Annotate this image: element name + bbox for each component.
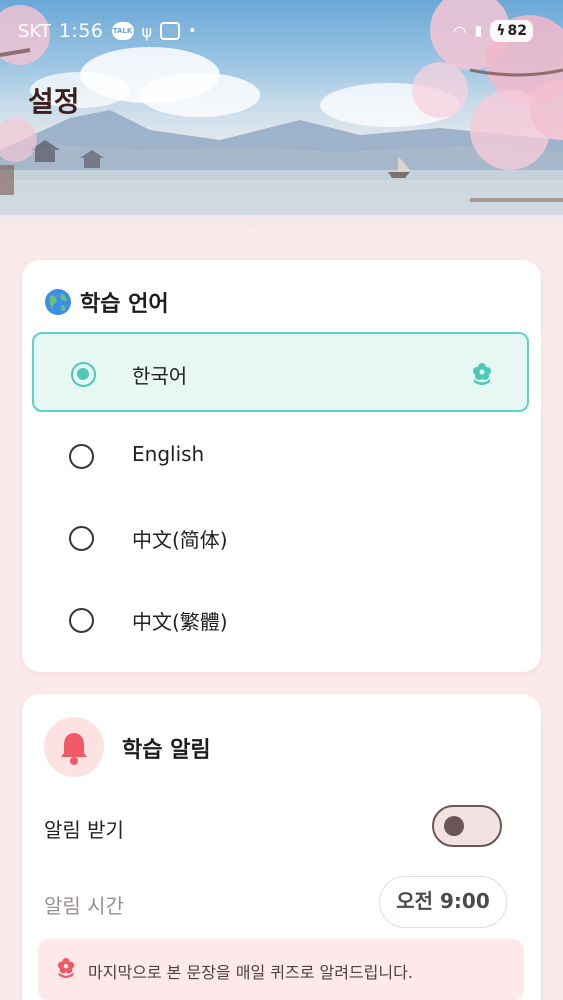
- flower-icon: [57, 958, 75, 978]
- language-option-label: 한국어: [132, 364, 188, 388]
- wifi-icon: ◠: [452, 21, 467, 41]
- more-dot-icon: •: [188, 23, 197, 39]
- talk-notification-icon: TALK: [111, 22, 134, 40]
- bell-icon: [61, 733, 87, 765]
- notification-info-note: 마지막으로 본 문장을 매일 퀴즈로 알려드립니다.: [38, 939, 524, 1000]
- flower-icon: [473, 363, 491, 385]
- carrier-label: SKT: [18, 20, 51, 42]
- language-option-korean[interactable]: 한국어: [32, 332, 529, 412]
- notification-settings-card: 학습 알림 알림 받기 알림 시간 오전 9:00 마지막으로 본 문장을 매일…: [22, 694, 541, 1000]
- status-bar: SKT 1:56 TALK ψ • ◠ ▮ ϟ 82: [0, 0, 563, 62]
- language-option-label: 中文(繁體): [132, 610, 228, 634]
- radio-selected-icon: [71, 362, 96, 387]
- language-option-chinese-simplified[interactable]: 中文(简体): [32, 498, 529, 578]
- radio-unselected-icon: [69, 526, 94, 551]
- charging-bolt-icon: ϟ: [496, 23, 506, 39]
- language-section-title: 학습 언어: [80, 292, 169, 317]
- usb-icon: ψ: [141, 21, 153, 41]
- clock: 1:56: [58, 20, 104, 42]
- notification-section-title: 학습 알림: [122, 738, 211, 763]
- notification-time-label: 알림 시간: [44, 894, 124, 918]
- language-section-header: 학습 언어: [44, 286, 169, 318]
- radio-unselected-icon: [69, 444, 94, 469]
- radio-unselected-icon: [69, 608, 94, 633]
- language-option-label: 中文(简体): [132, 528, 228, 552]
- language-option-label: English: [132, 442, 205, 466]
- battery-level: 82: [507, 23, 527, 39]
- receive-notification-label: 알림 받기: [44, 818, 124, 842]
- signal-icon: ▮: [474, 23, 483, 39]
- language-settings-card: 학습 언어 한국어 English 中文(简体) 中文(繁體): [22, 260, 541, 672]
- battery-indicator: ϟ 82: [490, 20, 533, 42]
- bell-icon-badge: [44, 717, 104, 777]
- language-option-chinese-traditional[interactable]: 中文(繁體): [32, 580, 529, 660]
- notification-time-button[interactable]: 오전 9:00: [379, 876, 507, 928]
- language-option-english[interactable]: English: [32, 416, 529, 496]
- screen-mirror-icon: [160, 22, 181, 40]
- globe-icon: [45, 289, 71, 315]
- receive-notification-toggle[interactable]: [432, 805, 502, 847]
- notification-info-text: 마지막으로 본 문장을 매일 퀴즈로 알려드립니다.: [88, 963, 413, 982]
- page-title: 설정: [28, 85, 80, 118]
- toggle-knob: [444, 816, 464, 836]
